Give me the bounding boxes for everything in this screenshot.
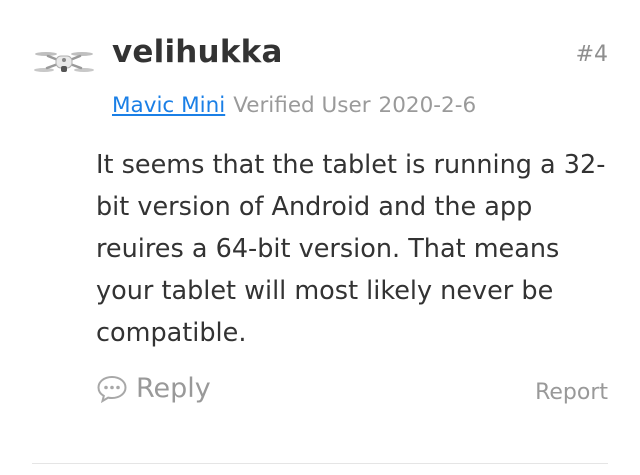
reply-label: Reply — [136, 373, 211, 404]
post-content: It seems that the tablet is running a 32… — [96, 150, 606, 348]
post-date: 2020-2-6 — [378, 93, 477, 118]
forum-post: velihukka #4 Mavic Mini Verified User 2020… — [0, 0, 640, 475]
product-link[interactable]: Mavic Mini — [112, 93, 225, 118]
avatar[interactable] — [34, 40, 94, 82]
username[interactable]: velihukka — [112, 34, 283, 70]
post-meta: Mavic Mini Verified User 2020-2-6 — [112, 93, 476, 118]
post-number: #4 — [575, 42, 608, 67]
verified-user-label: Verified User — [233, 93, 371, 118]
drone-icon — [34, 52, 94, 72]
divider — [32, 463, 608, 464]
speech-bubble-icon — [96, 374, 128, 404]
reply-button[interactable]: Reply — [96, 373, 211, 404]
report-link[interactable]: Report — [535, 380, 608, 405]
